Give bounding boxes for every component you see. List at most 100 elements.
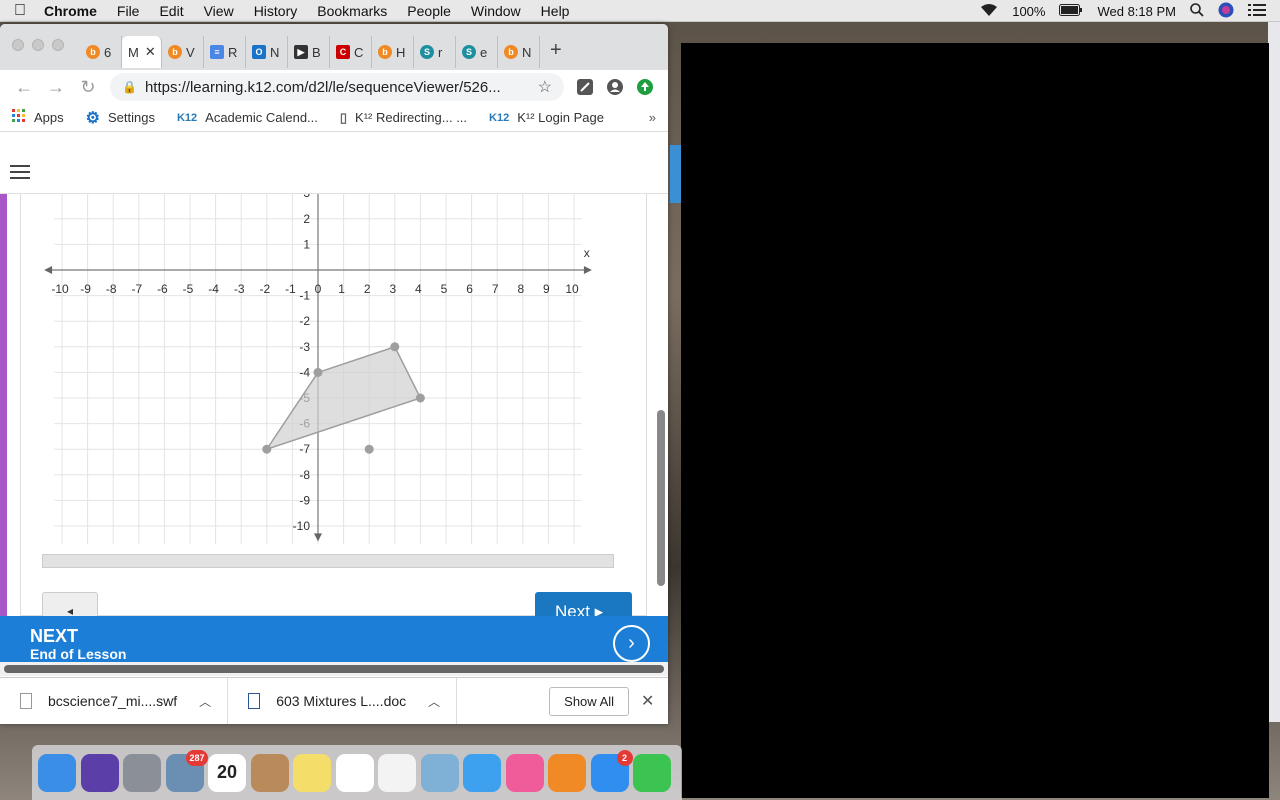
bookmark-apps[interactable]: Apps <box>12 109 64 126</box>
menu-bookmarks[interactable]: Bookmarks <box>307 3 397 19</box>
hamburger-menu-icon[interactable] <box>10 165 30 184</box>
menu-window[interactable]: Window <box>461 3 531 19</box>
photo-slideshow-icon[interactable]: 287 <box>165 749 208 792</box>
tab-11[interactable]: bN <box>498 36 540 68</box>
bookmark-star-icon[interactable]: ☆ <box>538 77 552 97</box>
lock-icon[interactable]: 🔒 <box>122 80 137 94</box>
preview-icon[interactable] <box>420 753 459 792</box>
x-tick-label: -7 <box>131 282 142 296</box>
bookmark-k12-redirecting[interactable]: ▯ K¹² Redirecting... ... <box>340 110 467 126</box>
notification-center-icon[interactable] <box>1248 3 1266 20</box>
reminders-icon[interactable] <box>378 753 416 792</box>
bookmarks-bar: Apps ⚙ Settings K12 Academic Calend... ▯… <box>0 104 668 132</box>
finder-icon[interactable] <box>38 753 76 792</box>
siri-icon[interactable] <box>80 753 119 792</box>
itunes-icon[interactable] <box>505 753 544 792</box>
x-tick-label: 8 <box>517 282 524 296</box>
tab-8[interactable]: bH <box>372 36 414 68</box>
graph-horizontal-scrollbar[interactable] <box>42 554 614 568</box>
extension-icon[interactable] <box>570 76 600 98</box>
x-tick-label: 4 <box>415 282 422 296</box>
close-downloads-bar-icon[interactable]: ✕ <box>641 691 654 711</box>
siri-icon[interactable] <box>1218 2 1234 21</box>
calendar-icon[interactable]: 20 <box>208 753 246 792</box>
x-tick-label: 1 <box>338 282 345 296</box>
reload-icon[interactable]: ↻ <box>72 77 104 98</box>
tab-4[interactable]: ≡ R <box>204 36 246 68</box>
tab-1[interactable]: b6 <box>80 36 122 68</box>
download-item[interactable]: 603 Mixtures L....doc ︿ <box>228 677 458 724</box>
window-minimize-button[interactable] <box>32 39 44 51</box>
new-tab-button[interactable]: + <box>550 39 562 62</box>
contacts-icon[interactable] <box>250 753 289 792</box>
y-tick-label: -3 <box>299 340 310 354</box>
x-tick-label: -9 <box>80 282 91 296</box>
chevron-right-icon[interactable]: › <box>613 625 650 662</box>
macos-menu-bar:  Chrome File Edit View History Bookmark… <box>0 0 1280 22</box>
gear-icon: ⚙ <box>85 109 100 127</box>
tab-3[interactable]: bV <box>162 36 204 68</box>
downloads-bar: bcscience7_mi....swf ︿ 603 Mixtures L...… <box>0 677 668 724</box>
menu-view[interactable]: View <box>194 3 244 19</box>
launchpad-icon[interactable] <box>123 753 161 792</box>
chevron-up-icon[interactable]: ︿ <box>428 693 440 710</box>
menu-help[interactable]: Help <box>531 3 580 19</box>
tab-close-icon[interactable]: ✕ <box>145 44 156 60</box>
chevron-up-icon[interactable]: ︿ <box>199 693 211 710</box>
battery-icon[interactable] <box>1059 3 1083 19</box>
address-bar[interactable]: 🔒 https://learning.k12.com/d2l/le/sequen… <box>110 73 564 101</box>
x-axis-arrow-left <box>44 266 53 274</box>
wifi-icon[interactable] <box>980 3 998 20</box>
messages-icon[interactable] <box>463 753 501 792</box>
x-tick-label: 3 <box>389 282 396 296</box>
bookmark-academic-calendar[interactable]: K12 Academic Calend... <box>177 110 318 125</box>
x-tick-label: 6 <box>466 282 473 296</box>
update-icon[interactable] <box>630 76 660 98</box>
download-item[interactable]: bcscience7_mi....swf ︿ <box>0 677 229 724</box>
next-lesson-banner[interactable]: NEXT End of Lesson › <box>0 616 668 662</box>
menu-clock[interactable]: Wed 8:18 PM <box>1097 4 1176 19</box>
doc-file-icon <box>248 693 261 709</box>
window-zoom-button[interactable] <box>52 39 64 51</box>
bookmark-k12-login[interactable]: K12 K¹² Login Page <box>489 110 604 125</box>
menu-people[interactable]: People <box>397 3 461 19</box>
tab-5[interactable]: ON <box>246 36 288 68</box>
back-icon[interactable]: ← <box>8 77 40 98</box>
banner-subtitle: End of Lesson <box>30 646 127 662</box>
bookmarks-overflow-button[interactable]: » <box>649 110 656 125</box>
tab-9[interactable]: Sr <box>414 36 456 68</box>
apple-menu-icon[interactable]:  <box>0 2 40 20</box>
menu-edit[interactable]: Edit <box>149 3 193 19</box>
next-button[interactable]: Next ▸ <box>535 592 632 616</box>
notes-icon[interactable] <box>293 753 331 792</box>
tab-2-active[interactable]: M ✕ <box>122 36 162 68</box>
forward-icon[interactable]: → <box>40 77 72 98</box>
books-icon[interactable] <box>548 753 586 792</box>
menu-file[interactable]: File <box>107 3 150 19</box>
profile-icon[interactable] <box>600 76 630 98</box>
x-tick-label: 2 <box>364 282 371 296</box>
app-store-icon[interactable]: 2 <box>590 749 633 792</box>
tab-10[interactable]: Se <box>456 36 498 68</box>
bookmark-settings[interactable]: ⚙ Settings <box>86 108 155 128</box>
tab-6[interactable]: ▶ B <box>288 36 330 68</box>
banner-title: NEXT <box>30 626 79 646</box>
docs-icon: ≡ <box>210 45 224 59</box>
spotlight-search-icon[interactable] <box>1190 2 1204 20</box>
browser-toolbar: ← → ↻ 🔒 https://learning.k12.com/d2l/le/… <box>0 70 668 104</box>
scrollbar-thumb[interactable] <box>4 665 664 673</box>
window-close-button[interactable] <box>12 39 24 51</box>
y-tick-label: 1 <box>303 237 310 251</box>
show-all-downloads-button[interactable]: Show All <box>549 686 630 716</box>
black-window[interactable] <box>681 43 1269 798</box>
previous-button[interactable]: ◂ <box>42 592 98 616</box>
photos-icon[interactable] <box>335 753 374 792</box>
menu-history[interactable]: History <box>244 3 308 19</box>
page-horizontal-scrollbar[interactable] <box>0 662 668 676</box>
apps-grid-icon <box>12 109 26 126</box>
tab-7[interactable]: CC <box>330 36 372 68</box>
page-vertical-scrollbar[interactable] <box>657 410 665 586</box>
x-tick-label: 7 <box>492 282 499 296</box>
facetime-icon[interactable] <box>633 753 671 792</box>
menu-app-name[interactable]: Chrome <box>40 3 107 19</box>
